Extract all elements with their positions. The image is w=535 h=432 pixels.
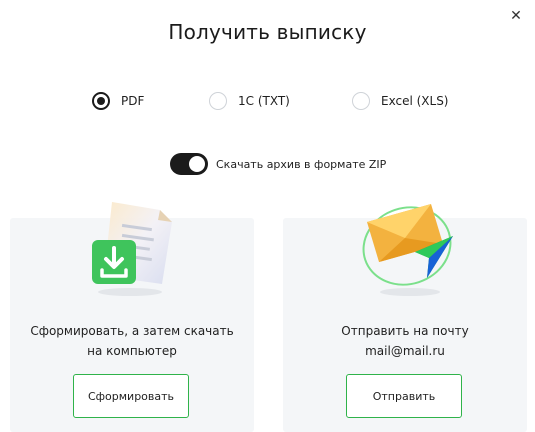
download-text-line2: на компьютер	[87, 344, 177, 358]
radio-label: Excel (XLS)	[381, 94, 449, 108]
radio-circle[interactable]	[92, 92, 110, 110]
radio-pdf[interactable]: PDF	[92, 92, 144, 110]
radio-circle[interactable]	[352, 92, 370, 110]
download-description: Сформировать, а затем скачать на компьют…	[10, 321, 254, 361]
email-send-icon	[355, 194, 465, 300]
radio-label: PDF	[121, 94, 145, 108]
email-address: mail@mail.ru	[365, 344, 445, 358]
email-text-line1: Отправить на почту	[341, 324, 469, 338]
radio-circle[interactable]	[209, 92, 227, 110]
email-card: Отправить на почту mail@mail.ru Отправит…	[283, 204, 527, 432]
generate-button[interactable]: Сформировать	[73, 374, 189, 418]
statement-dialog: ✕ Получить выписку PDF 1С (TXT) Excel (X…	[0, 0, 535, 432]
radio-label: 1С (TXT)	[238, 94, 290, 108]
radio-1c-txt[interactable]: 1С (TXT)	[209, 92, 290, 110]
zip-label: Скачать архив в формате ZIP	[216, 157, 387, 171]
zip-toggle[interactable]	[170, 153, 208, 175]
dialog-title: Получить выписку	[168, 20, 367, 44]
download-text-line1: Сформировать, а затем скачать	[30, 324, 234, 338]
format-radio-group: PDF 1С (TXT) Excel (XLS)	[0, 92, 535, 116]
toggle-knob	[189, 156, 205, 172]
download-card: Сформировать, а затем скачать на компьют…	[10, 202, 254, 432]
send-button[interactable]: Отправить	[346, 374, 462, 418]
email-description: Отправить на почту mail@mail.ru	[283, 321, 527, 361]
zip-option: Скачать архив в формате ZIP	[170, 153, 386, 175]
radio-excel-xls[interactable]: Excel (XLS)	[352, 92, 449, 110]
download-document-icon	[82, 196, 182, 298]
